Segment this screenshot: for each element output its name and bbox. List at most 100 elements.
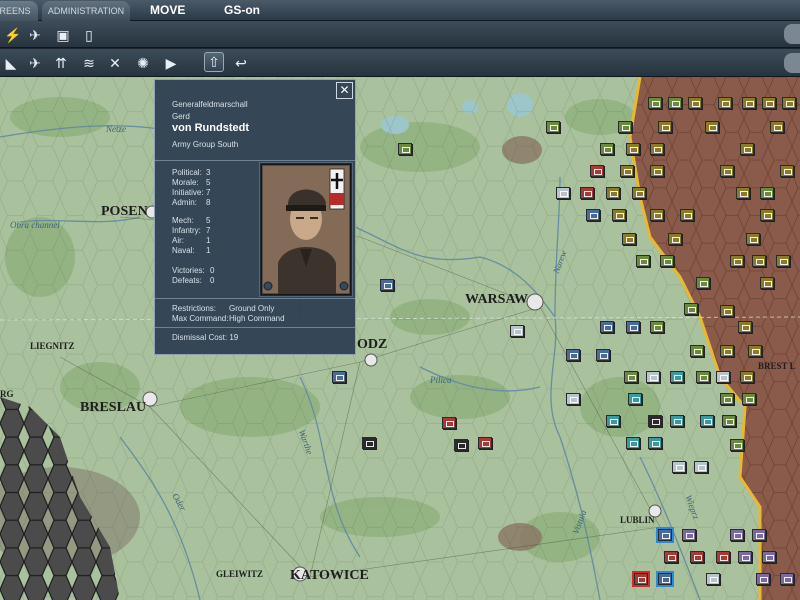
unit-counter[interactable] [600,321,614,333]
unit-counter[interactable] [706,573,720,585]
unit-counter[interactable] [752,255,766,267]
unit-counter[interactable] [668,97,682,109]
unit-counter[interactable] [776,255,790,267]
unit-counter[interactable] [632,187,646,199]
unit-counter[interactable] [690,551,704,563]
card-button[interactable]: ▣ [52,25,74,45]
unit-counter[interactable] [664,551,678,563]
unit-counter[interactable] [716,551,730,563]
unit-counter[interactable] [658,121,672,133]
unit-counter[interactable] [670,371,684,383]
unit-counter[interactable] [752,529,766,541]
unit-counter[interactable] [442,417,456,429]
unit-counter[interactable] [672,461,686,473]
unit-counter[interactable] [748,345,762,357]
unit-counter[interactable] [696,371,710,383]
unit-counter[interactable] [624,371,638,383]
unit-counter[interactable] [612,209,626,221]
unit-counter[interactable] [730,255,744,267]
tab-administration[interactable]: ADMINISTRATION [42,1,130,21]
artillery-button[interactable]: ⇈ [50,53,72,73]
unit-counter[interactable] [636,255,650,267]
unit-counter[interactable] [716,371,730,383]
unit-counter[interactable] [650,143,664,155]
unit-counter[interactable] [398,143,412,155]
paradrop-button[interactable]: ✕ [104,53,126,73]
unit-counter[interactable] [628,393,642,405]
unit-counter[interactable] [780,573,794,585]
unit-counter[interactable] [690,345,704,357]
tab-screens[interactable]: REENS [0,1,38,21]
unit-counter[interactable] [756,573,770,585]
unit-counter[interactable] [650,321,664,333]
unit-counter[interactable] [760,209,774,221]
unit-counter[interactable] [736,187,750,199]
unit-counter[interactable] [720,345,734,357]
unit-counter[interactable] [760,187,774,199]
unit-counter[interactable] [762,551,776,563]
unit-counter[interactable] [722,415,736,427]
unit-counter[interactable] [620,165,634,177]
unit-counter[interactable] [510,325,524,337]
unit-counter-selected[interactable] [632,571,650,587]
unit-counter[interactable] [670,415,684,427]
city-katowice[interactable]: KATOWICE [290,568,369,584]
unit-counter[interactable] [606,415,620,427]
unit-counter[interactable] [626,143,640,155]
strategic-map[interactable]: POSEN WARSAW LIEGNITZ BRESLAU ODZ LUBLIN… [0,77,800,600]
unit-counter[interactable] [688,97,702,109]
unit-counter[interactable] [590,165,604,177]
phone-button[interactable]: ▯ [78,25,100,45]
unit-counter[interactable] [782,97,796,109]
unit-counter[interactable] [684,303,698,315]
city-gleiwitz[interactable]: GLEIWITZ [216,569,263,579]
unit-counter[interactable] [742,97,756,109]
city-warsaw[interactable]: WARSAW [465,292,528,308]
unit-counter[interactable] [660,255,674,267]
unit-counter[interactable] [650,209,664,221]
unit-counter[interactable] [762,97,776,109]
air-button[interactable]: ✈ [24,53,46,73]
unit-counter[interactable] [622,233,636,245]
city-lublin[interactable]: LUBLIN [620,515,655,525]
city-brest[interactable]: BREST L [758,361,796,371]
unit-counter[interactable] [546,121,560,133]
rail-button[interactable]: ◣ [0,53,22,73]
unit-counter[interactable] [606,187,620,199]
unit-counter[interactable] [478,437,492,449]
unit-counter[interactable] [648,415,662,427]
unit-counter[interactable] [718,97,732,109]
unit-counter[interactable] [720,165,734,177]
unit-counter-selected[interactable] [656,571,674,587]
unit-counter[interactable] [720,393,734,405]
unit-counter[interactable] [760,277,774,289]
unit-counter[interactable] [566,349,580,361]
unit-counter[interactable] [650,165,664,177]
next-button[interactable]: ▶ [160,53,182,73]
unit-counter[interactable] [596,349,610,361]
unit-counter[interactable] [694,461,708,473]
unit-counter[interactable] [566,393,580,405]
unit-counter[interactable] [705,121,719,133]
unit-counter[interactable] [742,393,756,405]
unit-counter[interactable] [380,279,394,291]
unit-counter[interactable] [720,305,734,317]
unit-counter[interactable] [668,233,682,245]
unit-counter[interactable] [454,439,468,451]
unit-counter[interactable] [730,439,744,451]
upload-button[interactable]: ⇧ [204,52,224,72]
unit-counter[interactable] [580,187,594,199]
city-posen[interactable]: POSEN [101,204,148,220]
undo-button[interactable]: ↩ [230,53,252,73]
satellite-supply-button[interactable]: ⚡ [2,25,24,45]
unit-counter[interactable] [700,415,714,427]
unit-counter[interactable] [730,529,744,541]
unit-counter[interactable] [738,321,752,333]
city-rg[interactable]: RG [0,389,14,399]
unit-counter[interactable] [696,277,710,289]
unit-counter[interactable] [618,121,632,133]
unit-counter-selected[interactable] [656,527,674,543]
close-button[interactable]: ✕ [336,82,353,99]
city-breslau[interactable]: BRESLAU [80,400,146,416]
unit-counter[interactable] [648,437,662,449]
